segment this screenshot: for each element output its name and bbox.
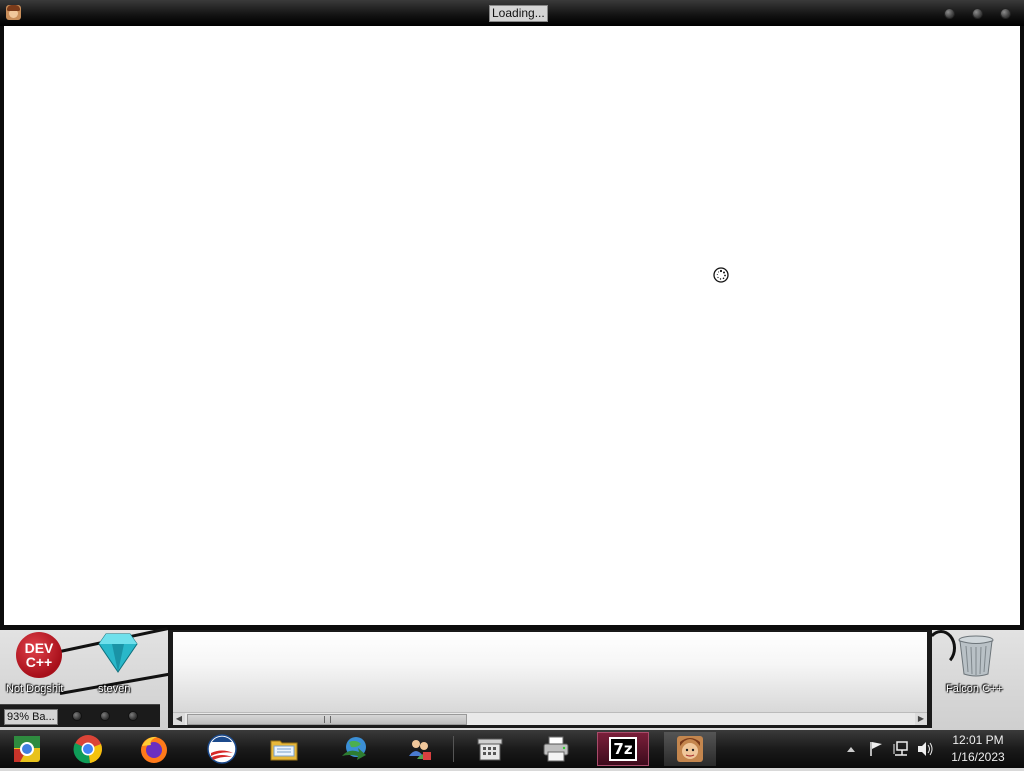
- secondary-window-content[interactable]: [173, 632, 927, 712]
- horizontal-scrollbar[interactable]: ◀ ▶: [173, 712, 927, 725]
- minimize-button[interactable]: [72, 711, 82, 721]
- taskbar: 7z 12:01 PM 1/16/2023: [0, 730, 1024, 768]
- chrome-icon: [73, 735, 102, 764]
- taskbar-item-chromium[interactable]: [1, 732, 53, 766]
- seven-zip-icon: 7z: [609, 737, 637, 761]
- taskbar-item-firefox[interactable]: [128, 732, 180, 766]
- character-face-icon[interactable]: [6, 5, 21, 20]
- taskbar-item-obama[interactable]: [196, 732, 248, 766]
- taskbar-separator: [453, 736, 454, 762]
- firefox-icon: [141, 736, 167, 763]
- maximize-button[interactable]: [100, 711, 110, 721]
- close-button[interactable]: [128, 711, 138, 721]
- close-button[interactable]: [1000, 8, 1011, 19]
- volume-icon[interactable]: [916, 730, 934, 768]
- scroll-left-icon[interactable]: ◀: [173, 713, 185, 725]
- obama-logo-icon: [207, 734, 237, 764]
- recycle-bin-icon: [958, 635, 994, 677]
- desktop-icon-label: Falcon C++: [946, 683, 1003, 695]
- window-content[interactable]: [4, 26, 1020, 625]
- taskbar-item-7zip[interactable]: 7z: [597, 732, 649, 766]
- desktop-icon-label: Not Dogshit: [6, 683, 64, 695]
- desktop-area: DEVC++ Not Dogshit steven 93% Ba... ◀ ▶: [0, 627, 1024, 730]
- desktop-right: Falcon C++: [926, 630, 1024, 730]
- desktop-icon-label: steven: [98, 683, 131, 695]
- taskbar-item-idm[interactable]: [328, 732, 380, 766]
- clock-date: 1/16/2023: [951, 750, 1005, 764]
- network-icon[interactable]: [892, 730, 910, 768]
- busy-cursor-icon: [713, 267, 729, 283]
- minimized-window-title: 93% Ba...: [4, 709, 58, 725]
- window-title: Loading...: [489, 5, 548, 22]
- chromium-icon: [14, 736, 40, 762]
- taskbar-item-game-app[interactable]: [664, 732, 716, 766]
- cash-register-icon: [477, 738, 503, 761]
- main-window: Loading...: [0, 0, 1024, 630]
- desktop-wallpaper-curve: [926, 630, 956, 666]
- desktop-left: DEV C++ Not Dogshit steven 93% Ba...: [0, 627, 169, 730]
- desktop-icon-falcon[interactable]: [954, 634, 998, 682]
- taskbar-item-file-explorer[interactable]: [258, 732, 310, 766]
- scrollbar-thumb[interactable]: [187, 714, 467, 725]
- minimize-button[interactable]: [944, 8, 955, 19]
- minimized-window[interactable]: 93% Ba...: [0, 704, 160, 727]
- clock-time: 12:01 PM: [952, 733, 1004, 747]
- taskbar-item-printer[interactable]: [530, 732, 582, 766]
- scroll-right-icon[interactable]: ▶: [915, 713, 927, 725]
- folder-icon: [270, 740, 298, 761]
- character-face-icon: [677, 736, 703, 762]
- taskbar-item-users[interactable]: [394, 732, 446, 766]
- title-bar[interactable]: Loading...: [0, 0, 1024, 26]
- taskbar-item-chrome[interactable]: [62, 732, 114, 766]
- globe-arrow-icon: [342, 737, 366, 760]
- maximize-button[interactable]: [972, 8, 983, 19]
- dev-cpp-icon: DEV C++: [16, 632, 62, 678]
- desktop-icon-steven[interactable]: [96, 632, 140, 682]
- secondary-window: ◀ ▶: [168, 630, 932, 728]
- diamond-gem-icon: [98, 633, 138, 673]
- printer-icon: [543, 736, 569, 762]
- users-icon: [409, 740, 431, 760]
- system-clock[interactable]: 12:01 PM 1/16/2023: [940, 732, 1016, 766]
- action-center-flag-icon[interactable]: [868, 730, 884, 768]
- taskbar-item-cash-register[interactable]: [464, 732, 516, 766]
- tray-expand-icon[interactable]: [845, 730, 857, 768]
